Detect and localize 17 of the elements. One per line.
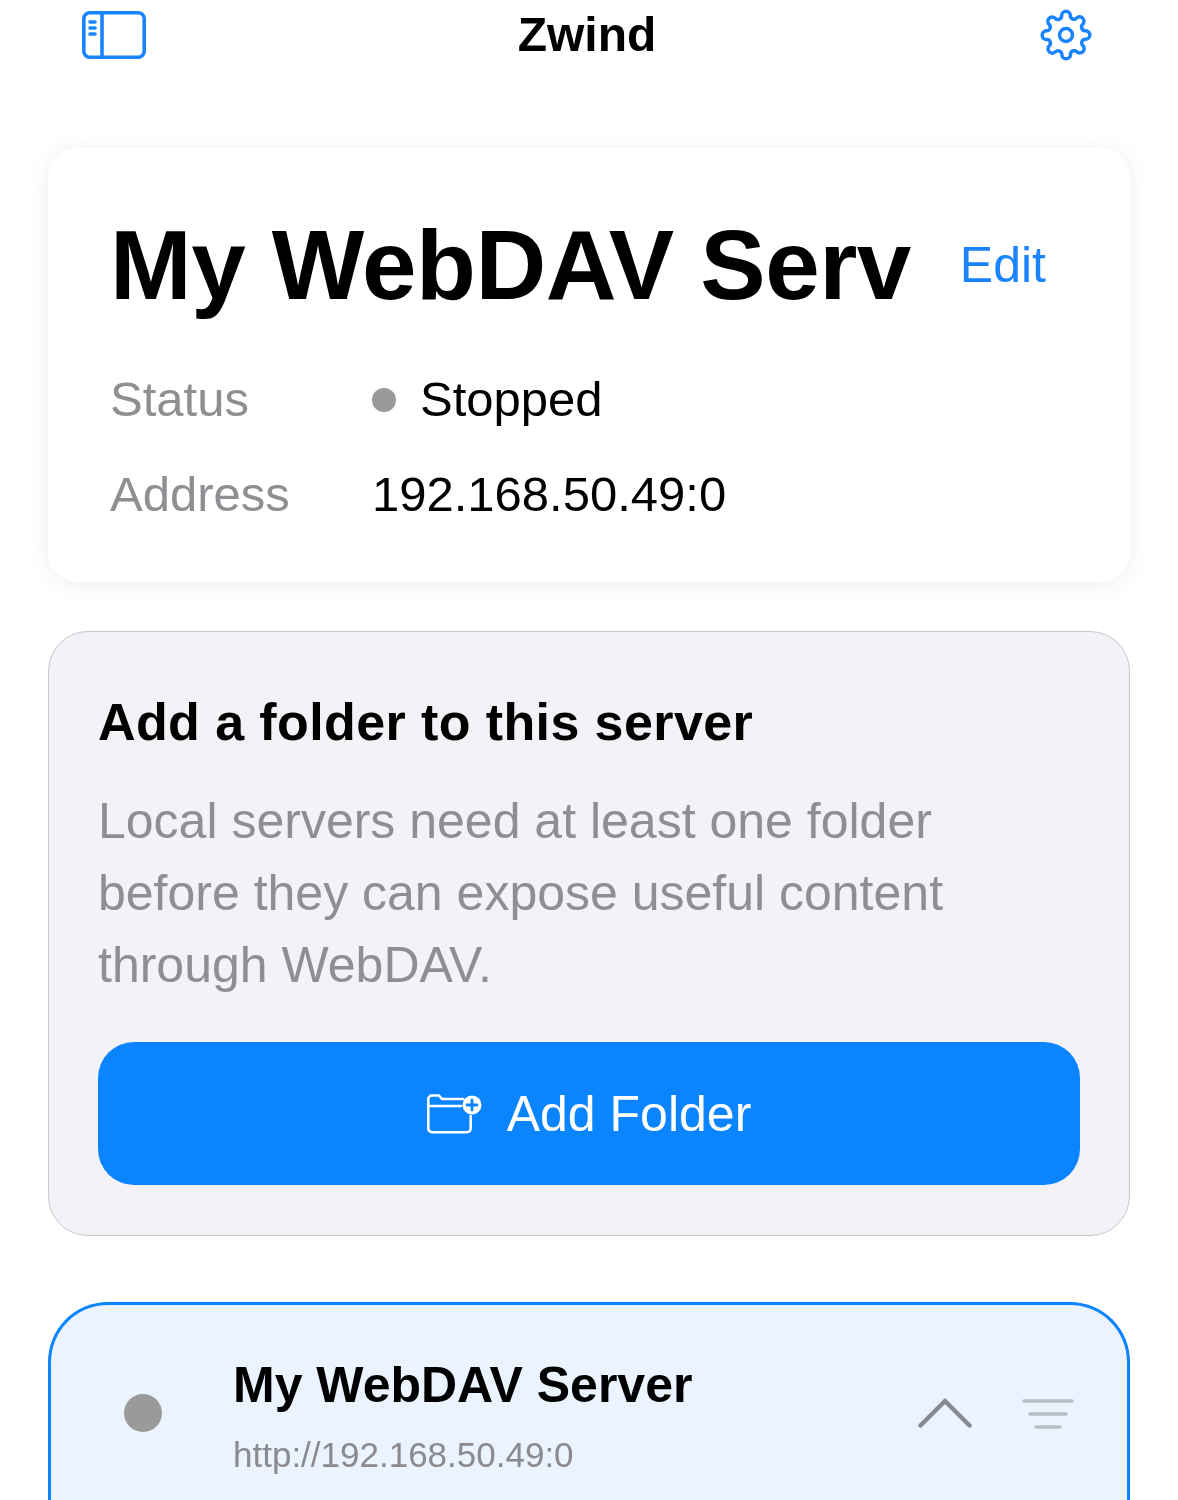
field-value: 192.168.50.49:0	[372, 466, 727, 523]
status-value: Stopped	[420, 371, 603, 428]
server-title: My WebDAV Serv	[110, 210, 911, 320]
settings-icon[interactable]	[1040, 9, 1092, 61]
app-title: Zwind	[517, 7, 657, 63]
edit-link[interactable]: Edit	[959, 235, 1046, 295]
prompt-heading: Add a folder to this server	[98, 692, 755, 753]
chevron-up-icon[interactable]	[918, 1398, 972, 1428]
server-name: My WebDAV Server	[233, 1356, 693, 1415]
field-label: Status	[110, 371, 249, 428]
prompt-description: Local servers need at least one folder before they can expose useful content through WebDAV.	[98, 792, 945, 995]
add-folder-button[interactable]: Add Folder	[98, 1042, 1080, 1185]
server-url: http://192.168.50.49:0	[233, 1434, 574, 1476]
field-label: Address	[110, 466, 290, 523]
folder-plus-icon	[426, 1093, 483, 1134]
sidebar-icon[interactable]	[82, 11, 146, 59]
server-list-item[interactable]: My WebDAV Server http://192.168.50.49:0	[48, 1302, 1130, 1500]
